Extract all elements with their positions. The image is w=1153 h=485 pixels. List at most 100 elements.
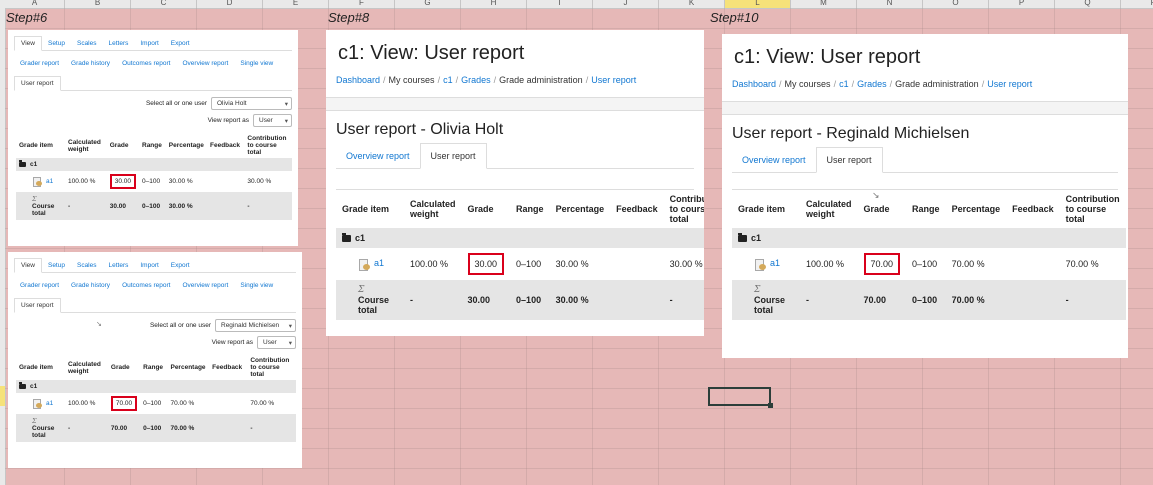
grade-item-link[interactable]: a1 bbox=[374, 258, 384, 268]
grade-item-link[interactable]: a1 bbox=[46, 178, 53, 185]
report-tabs: Overview report User report bbox=[732, 147, 1118, 173]
subtab-overview-report[interactable]: Overview report bbox=[176, 57, 234, 70]
tab-letters[interactable]: Letters bbox=[103, 259, 135, 272]
tab-user-report[interactable]: User report bbox=[419, 143, 487, 169]
column-header-j[interactable]: J bbox=[593, 0, 659, 8]
view-as-row: View report as User ▾ bbox=[8, 336, 296, 349]
breadcrumb: Dashboard / My courses / c1/Grades / Grade adm… bbox=[722, 69, 1128, 101]
breadcrumb-item[interactable]: User report bbox=[987, 79, 1032, 89]
column-header-b[interactable]: B bbox=[65, 0, 131, 8]
view-as-dropdown[interactable]: User ▾ bbox=[257, 336, 296, 349]
column-header-f[interactable]: F bbox=[329, 0, 395, 8]
column-header-l[interactable]: L bbox=[725, 0, 791, 8]
subtab-single-view[interactable]: Single view bbox=[234, 57, 279, 70]
column-header: Calculated weight bbox=[68, 360, 101, 375]
column-header-g[interactable]: G bbox=[395, 0, 461, 8]
tab-scales[interactable]: Scales bbox=[71, 259, 103, 272]
subtab-grader-report[interactable]: Grader report bbox=[14, 57, 65, 70]
grade-cell: 70.00 bbox=[108, 393, 140, 414]
tab-setup[interactable]: Setup bbox=[42, 259, 71, 272]
tab-view[interactable]: View bbox=[14, 258, 42, 273]
grade-cell: 30.00 bbox=[467, 295, 491, 305]
range-cell: 0–100 bbox=[142, 178, 161, 185]
column-header-i[interactable]: I bbox=[527, 0, 593, 8]
chevron-down-icon: ▾ bbox=[284, 117, 288, 125]
column-header-h[interactable]: H bbox=[461, 0, 527, 8]
table-header-row: Grade item Calculated weight Grade Range Per… bbox=[16, 133, 292, 158]
select-user-row: Select all or one user Reginald Michielse… bbox=[8, 319, 296, 332]
subtab-grade-history[interactable]: Grade history bbox=[65, 279, 116, 292]
course-total-row: Σ Course total -70.00 0–100 70.00 % - bbox=[732, 280, 1126, 320]
tab-setup[interactable]: Setup bbox=[42, 37, 71, 50]
tab-view[interactable]: View bbox=[14, 36, 42, 51]
column-header-d[interactable]: D bbox=[197, 0, 263, 8]
tab-user-report[interactable]: User report bbox=[815, 147, 883, 173]
select-user-dropdown[interactable]: Olivia Holt ▾ bbox=[211, 97, 292, 110]
selected-cell[interactable] bbox=[708, 387, 773, 408]
breadcrumb-item[interactable]: User report bbox=[591, 75, 636, 85]
column-header-n[interactable]: N bbox=[857, 0, 923, 8]
subtab-user-report[interactable]: User report bbox=[14, 76, 61, 91]
column-header: Grade item bbox=[19, 364, 53, 371]
report-table-wrapper: Grade item Calculated weight Grade Range Per… bbox=[16, 133, 292, 220]
column-header: Contribution to course total bbox=[247, 135, 287, 156]
breadcrumb-item[interactable]: Grades bbox=[461, 75, 491, 85]
column-header-k[interactable]: K bbox=[659, 0, 725, 8]
category-row: c1 bbox=[16, 380, 296, 393]
tab-import[interactable]: Import bbox=[134, 37, 164, 50]
breadcrumb-separator: / bbox=[383, 75, 386, 85]
select-user-row: Select all or one user Olivia Holt ▾ bbox=[8, 97, 292, 110]
column-header: Contribution to course total bbox=[669, 194, 704, 224]
step-label-6: Step#6 bbox=[6, 10, 48, 25]
table-row: a1 100.00 % 30.00 0–100 30.00 % 30.00 % bbox=[336, 248, 704, 280]
subtab-overview-report[interactable]: Overview report bbox=[176, 279, 234, 292]
breadcrumb-item[interactable]: Grades bbox=[857, 79, 887, 89]
page-title: c1: View: User report bbox=[734, 46, 921, 68]
tab-overview-report[interactable]: Overview report bbox=[336, 144, 420, 168]
subtab-user-report[interactable]: User report bbox=[14, 298, 61, 313]
subtab-outcomes-report[interactable]: Outcomes report bbox=[116, 279, 176, 292]
assignment-icon bbox=[32, 399, 42, 409]
subtab-single-view[interactable]: Single view bbox=[234, 279, 279, 292]
subtab-grade-history[interactable]: Grade history bbox=[65, 57, 116, 70]
course-total-row: Σ Course total -30.00 0–100 30.00 % - bbox=[336, 280, 704, 320]
tab-export[interactable]: Export bbox=[165, 37, 196, 50]
contribution-cell: - bbox=[669, 295, 673, 305]
view-as-row: View report as User ▾ bbox=[8, 114, 292, 127]
tab-letters[interactable]: Letters bbox=[103, 37, 135, 50]
grade-item-link[interactable]: a1 bbox=[770, 258, 780, 268]
column-header: Range bbox=[516, 204, 544, 214]
row-header-bar bbox=[0, 8, 6, 485]
breadcrumb-item[interactable]: c1 bbox=[443, 75, 453, 85]
column-header-q[interactable]: Q bbox=[1055, 0, 1121, 8]
grade-item-link[interactable]: a1 bbox=[46, 400, 53, 407]
contribution-cell: - bbox=[1065, 295, 1069, 305]
feedback-cell bbox=[1006, 248, 1060, 280]
breadcrumb-separator: / bbox=[437, 75, 441, 85]
breadcrumb-separator: / bbox=[455, 75, 459, 85]
tab-scales[interactable]: Scales bbox=[71, 37, 103, 50]
folder-icon bbox=[19, 159, 26, 167]
subtab-outcomes-report[interactable]: Outcomes report bbox=[116, 57, 176, 70]
breadcrumb-item[interactable]: Dashboard bbox=[336, 75, 380, 85]
column-header-e[interactable]: E bbox=[263, 0, 329, 8]
column-header-c[interactable]: C bbox=[131, 0, 197, 8]
view-as-dropdown[interactable]: User ▾ bbox=[253, 114, 292, 127]
column-header: Grade item bbox=[19, 142, 53, 149]
subtab-grader-report[interactable]: Grader report bbox=[14, 279, 65, 292]
feedback-cell bbox=[207, 192, 244, 220]
column-header: Feedback bbox=[616, 204, 658, 214]
column-header: Contribution to course total bbox=[1065, 194, 1120, 224]
column-header-p[interactable]: P bbox=[989, 0, 1055, 8]
breadcrumb-item[interactable]: Dashboard bbox=[732, 79, 776, 89]
column-header-r[interactable]: R bbox=[1121, 0, 1153, 8]
column-header-o[interactable]: O bbox=[923, 0, 989, 8]
column-header-a[interactable]: A bbox=[5, 0, 65, 8]
tab-export[interactable]: Export bbox=[165, 259, 196, 272]
column-header-m[interactable]: M bbox=[791, 0, 857, 8]
breadcrumb-item[interactable]: c1 bbox=[839, 79, 849, 89]
column-header: Grade bbox=[109, 142, 129, 149]
select-user-dropdown[interactable]: Reginald Michielsen ▾ bbox=[215, 319, 296, 332]
tab-import[interactable]: Import bbox=[134, 259, 164, 272]
tab-overview-report[interactable]: Overview report bbox=[732, 148, 816, 172]
